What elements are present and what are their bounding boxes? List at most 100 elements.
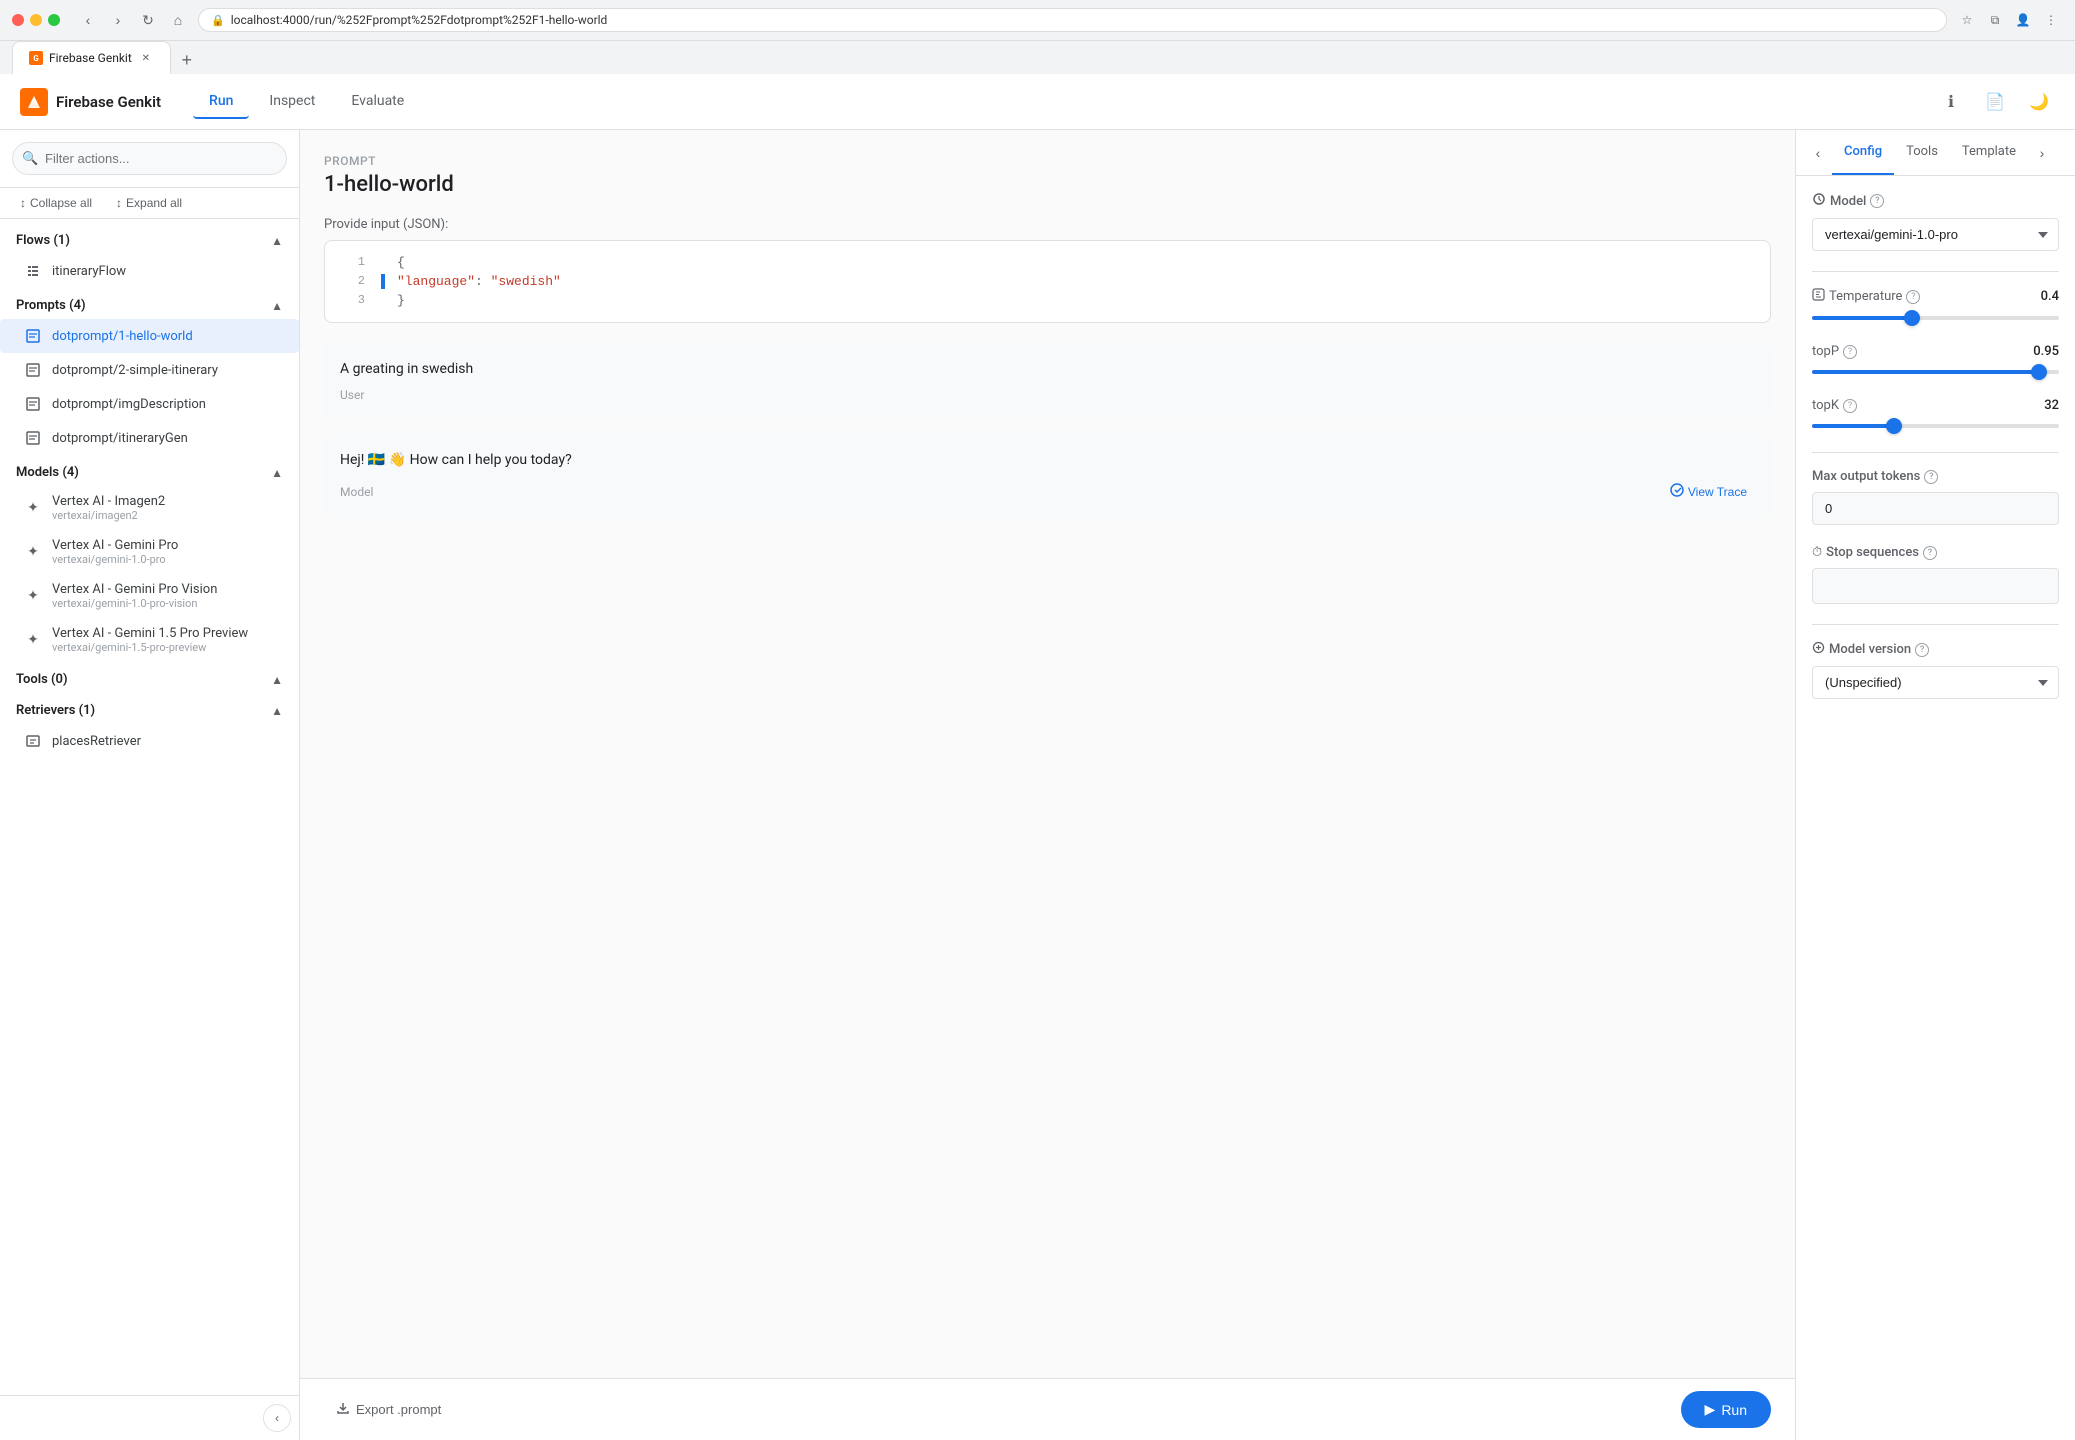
model-version-select[interactable]: (Unspecified)	[1812, 666, 2059, 699]
menu-button[interactable]: ⋮	[2039, 8, 2063, 32]
expand-all-button[interactable]: ↕ Expand all	[108, 192, 190, 214]
browser-navigation: ‹ › ↻ ⌂	[76, 8, 190, 32]
model-sublabel: vertexai/gemini-1.5-pro-preview	[52, 641, 248, 654]
back-button[interactable]: ‹	[76, 8, 100, 32]
right-tab-config[interactable]: Config	[1832, 130, 1894, 175]
model-message-role: Model	[340, 485, 373, 499]
sidebar-item-placesretriever[interactable]: placesRetriever	[0, 724, 299, 758]
trace-icon	[1670, 483, 1684, 500]
view-trace-label: View Trace	[1688, 485, 1747, 499]
sidebar-item-dotprompt-itinerarygen[interactable]: dotprompt/itineraryGen	[0, 421, 299, 455]
new-tab-button[interactable]: +	[173, 46, 201, 74]
topp-slider-row: topP ? 0.95	[1812, 344, 2059, 359]
model-icon-3: ✦	[24, 587, 42, 605]
flows-section-title: Flows (1)	[16, 233, 70, 248]
nav-evaluate[interactable]: Evaluate	[335, 85, 420, 119]
model-label: Vertex AI - Gemini 1.5 Pro Preview	[52, 626, 248, 641]
sidebar-item-label: itineraryFlow	[52, 264, 126, 279]
forward-button[interactable]: ›	[106, 8, 130, 32]
nav-run[interactable]: Run	[193, 85, 249, 119]
export-icon	[336, 1401, 350, 1418]
max-tokens-input[interactable]	[1812, 492, 2059, 525]
temperature-config-section: Temperature ? 0.4	[1812, 288, 2059, 324]
flows-section-header[interactable]: Flows (1) ▲	[0, 227, 299, 254]
sidebar-item-dotprompt-2-simple-itinerary[interactable]: dotprompt/2-simple-itinerary	[0, 353, 299, 387]
topp-help-icon[interactable]: ?	[1843, 345, 1857, 359]
sidebar-item-vertex-gemini-pro-vision[interactable]: ✦ Vertex AI - Gemini Pro Vision vertexai…	[0, 574, 299, 618]
model-select[interactable]: vertexai/gemini-1.0-pro vertexai/gemini-…	[1812, 218, 2059, 251]
right-panel-content: Model ? vertexai/gemini-1.0-pro vertexai…	[1796, 176, 2075, 1440]
max-tokens-help-icon[interactable]: ?	[1924, 470, 1938, 484]
nav-inspect[interactable]: Inspect	[253, 85, 331, 119]
sidebar-item-dotprompt-imgdescription[interactable]: dotprompt/imgDescription	[0, 387, 299, 421]
search-input[interactable]	[12, 142, 287, 175]
sidebar-collapse-button[interactable]: ‹	[263, 1404, 291, 1432]
json-content-2: "language": "swedish"	[397, 274, 561, 289]
right-tab-template[interactable]: Template	[1950, 130, 2028, 175]
url-bar[interactable]: 🔒 localhost:4000/run/%252Fprompt%252Fdot…	[198, 8, 1947, 32]
stop-sequences-label: ⏱ Stop sequences ?	[1812, 545, 2059, 560]
sidebar-item-itineraryflow[interactable]: itineraryFlow	[0, 254, 299, 288]
model-version-help-icon[interactable]: ?	[1915, 643, 1929, 657]
export-prompt-button[interactable]: Export .prompt	[324, 1393, 453, 1426]
model-icon-4: ✦	[24, 631, 42, 649]
retrievers-section-header[interactable]: Retrievers (1) ▲	[0, 697, 299, 724]
tools-section-header[interactable]: Tools (0) ▲	[0, 666, 299, 693]
logo-icon	[20, 88, 48, 116]
theme-button[interactable]: 🌙	[2023, 86, 2055, 118]
model-help-icon[interactable]: ?	[1870, 194, 1884, 208]
json-editor-content: 1 { 2 "language": "swedish" 3	[325, 241, 1770, 322]
prompts-section-header[interactable]: Prompts (4) ▲	[0, 292, 299, 319]
tab-close-button[interactable]: ✕	[138, 50, 154, 66]
sidebar-item-vertex-gemini-pro[interactable]: ✦ Vertex AI - Gemini Pro vertexai/gemini…	[0, 530, 299, 574]
input-section-label: Provide input (JSON):	[324, 217, 1771, 232]
stop-sequences-input[interactable]	[1812, 568, 2059, 604]
right-panel-prev-button[interactable]: ‹	[1804, 139, 1832, 167]
topk-config-section: topK ? 32	[1812, 398, 2059, 432]
temperature-help-icon[interactable]: ?	[1906, 290, 1920, 304]
right-panel-next-button[interactable]: ›	[2028, 139, 2056, 167]
reload-button[interactable]: ↻	[136, 8, 160, 32]
tools-chevron-icon: ▲	[271, 673, 283, 687]
temperature-slider[interactable]	[1812, 316, 2059, 320]
home-button[interactable]: ⌂	[166, 8, 190, 32]
sidebar-item-dotprompt-1-hello-world[interactable]: dotprompt/1-hello-world	[0, 319, 299, 353]
sidebar-item-vertex-imagen2[interactable]: ✦ Vertex AI - Imagen2 vertexai/imagen2	[0, 486, 299, 530]
prompt-icon-1	[24, 327, 42, 345]
traffic-light-red[interactable]	[12, 14, 24, 26]
docs-button[interactable]: 📄	[1979, 86, 2011, 118]
stop-sequences-help-icon[interactable]: ?	[1923, 546, 1937, 560]
extensions-button[interactable]: ⧉	[1983, 8, 2007, 32]
json-editor[interactable]: 1 { 2 "language": "swedish" 3	[324, 240, 1771, 323]
prompts-section-title: Prompts (4)	[16, 298, 86, 313]
info-button[interactable]: ℹ	[1935, 86, 1967, 118]
topp-slider[interactable]	[1812, 370, 2059, 374]
json-value-2: "swedish"	[491, 274, 561, 289]
profile-button[interactable]: 👤	[2011, 8, 2035, 32]
prompt-icon-3	[24, 395, 42, 413]
collapse-all-button[interactable]: ↕ Collapse all	[12, 192, 100, 214]
topk-slider[interactable]	[1812, 424, 2059, 428]
sidebar-item-vertex-gemini-15-preview[interactable]: ✦ Vertex AI - Gemini 1.5 Pro Preview ver…	[0, 618, 299, 662]
view-trace-button[interactable]: View Trace	[1662, 479, 1755, 504]
traffic-light-yellow[interactable]	[30, 14, 42, 26]
tab-favicon: G	[29, 51, 43, 65]
flows-chevron-icon: ▲	[271, 234, 283, 248]
stop-seq-icon: ⏱	[1812, 545, 1822, 560]
right-tab-tools[interactable]: Tools	[1894, 130, 1950, 175]
browser-actions: ☆ ⧉ 👤 ⋮	[1955, 8, 2063, 32]
search-wrapper: 🔍	[12, 142, 287, 175]
run-button[interactable]: ▶ Run	[1681, 1391, 1771, 1428]
bookmark-button[interactable]: ☆	[1955, 8, 1979, 32]
traffic-light-green[interactable]	[48, 14, 60, 26]
divider-2	[1812, 452, 2059, 453]
topk-help-icon[interactable]: ?	[1843, 399, 1857, 413]
temperature-label-row: Temperature ?	[1812, 288, 1920, 305]
right-panel-tabs: ‹ Config Tools Template ›	[1796, 130, 2075, 176]
line-number-1: 1	[341, 255, 365, 269]
browser-chrome: ‹ › ↻ ⌂ 🔒 localhost:4000/run/%252Fprompt…	[0, 0, 2075, 41]
sidebar-search: 🔍	[0, 130, 299, 188]
active-tab[interactable]: G Firebase Genkit ✕	[12, 41, 171, 74]
models-section-header[interactable]: Models (4) ▲	[0, 459, 299, 486]
expand-all-label: Expand all	[126, 196, 182, 210]
